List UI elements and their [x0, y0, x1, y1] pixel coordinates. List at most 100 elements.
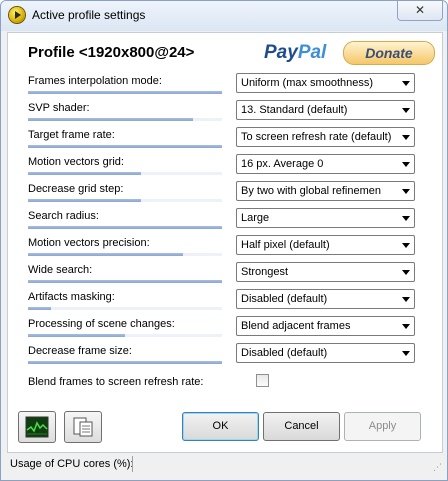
paypal-logo[interactable]: PayPal — [264, 42, 326, 64]
setting-dropdown[interactable]: Uniform (max smoothness) — [236, 73, 415, 93]
setting-row: Target frame rate: To screen refresh rate… — [28, 127, 438, 154]
cpu-usage-label: Usage of CPU cores (%): — [10, 458, 134, 470]
chevron-down-icon — [402, 324, 410, 329]
setting-level-bar — [28, 280, 222, 283]
setting-dropdown[interactable]: To screen refresh rate (default) — [236, 127, 415, 147]
ok-button[interactable]: OK — [182, 412, 259, 441]
setting-level-bar — [28, 226, 222, 229]
chevron-down-icon — [402, 351, 410, 356]
svp-app-icon — [9, 7, 25, 23]
setting-level-track — [28, 145, 222, 148]
setting-level-bar — [28, 253, 183, 256]
setting-level-track — [28, 172, 222, 175]
setting-level-bar — [28, 334, 125, 337]
setting-row: Frames interpolation mode: Uniform (max s… — [28, 73, 438, 100]
setting-level-track — [28, 91, 222, 94]
setting-row: Motion vectors precision: Half pixel (def… — [28, 235, 438, 262]
setting-level-track — [28, 253, 222, 256]
setting-row: Motion vectors grid: 16 px. Average 0 — [28, 154, 438, 181]
setting-label: Decrease frame size: — [28, 345, 132, 357]
graph-button[interactable] — [18, 411, 56, 443]
setting-label: Motion vectors grid: — [28, 156, 124, 168]
setting-label: Artifacts masking: — [28, 291, 115, 303]
setting-value: Half pixel (default) — [241, 239, 330, 251]
status-bar: Usage of CPU cores (%): ⋰ — [3, 453, 444, 475]
setting-level-track — [28, 334, 222, 337]
setting-level-track — [28, 226, 222, 229]
setting-row: Search radius: Large — [28, 208, 438, 235]
setting-level-bar — [28, 145, 222, 148]
setting-value: Disabled (default) — [241, 347, 328, 359]
setting-row: Wide search: Strongest — [28, 262, 438, 289]
setting-dropdown[interactable]: 16 px. Average 0 — [236, 154, 415, 174]
setting-level-bar — [28, 172, 141, 175]
blend-frames-row: Blend frames to screen refresh rate: — [28, 374, 438, 401]
resize-grip-icon[interactable]: ⋰ — [433, 462, 442, 473]
chevron-down-icon — [402, 108, 410, 113]
setting-value: To screen refresh rate (default) — [241, 131, 392, 143]
setting-level-bar — [28, 91, 222, 94]
paypal-pal-text: Pal — [297, 42, 327, 63]
chevron-down-icon — [402, 270, 410, 275]
donate-button[interactable]: Donate — [343, 41, 435, 65]
profile-title: Profile <1920x800@24> — [28, 44, 195, 61]
setting-row: Decrease frame size: Disabled (default) — [28, 343, 438, 370]
chevron-down-icon — [402, 81, 410, 86]
chevron-down-icon — [402, 135, 410, 140]
setting-label: Decrease grid step: — [28, 183, 124, 195]
setting-value: Uniform (max smoothness) — [241, 77, 374, 89]
blend-frames-label: Blend frames to screen refresh rate: — [28, 376, 204, 388]
setting-row: Decrease grid step: By two with global re… — [28, 181, 438, 208]
window-title: Active profile settings — [32, 8, 146, 22]
setting-label: SVP shader: — [28, 102, 90, 114]
chevron-down-icon — [402, 243, 410, 248]
chevron-down-icon — [402, 216, 410, 221]
settings-window: Active profile settings ✕ Profile <1920x… — [0, 0, 448, 481]
setting-label: Frames interpolation mode: — [28, 75, 162, 87]
setting-level-bar — [28, 118, 193, 121]
setting-level-track — [28, 307, 222, 310]
chevron-down-icon — [402, 162, 410, 167]
setting-dropdown[interactable]: Half pixel (default) — [236, 235, 415, 255]
setting-value: Disabled (default) — [241, 293, 328, 305]
setting-value: By two with global refinemen — [241, 185, 382, 197]
setting-value: 13. Standard (default) — [241, 104, 348, 116]
setting-dropdown[interactable]: Disabled (default) — [236, 343, 415, 363]
setting-level-bar — [28, 361, 222, 364]
setting-label: Search radius: — [28, 210, 99, 222]
setting-level-bar — [28, 199, 141, 202]
setting-dropdown[interactable]: Large — [236, 208, 415, 228]
setting-label: Target frame rate: — [28, 129, 115, 141]
setting-row: Processing of scene changes: Blend adjace… — [28, 316, 438, 343]
blend-frames-checkbox[interactable] — [256, 374, 269, 387]
setting-value: 16 px. Average 0 — [241, 158, 324, 170]
setting-level-track — [28, 118, 222, 121]
setting-dropdown[interactable]: Disabled (default) — [236, 289, 415, 309]
setting-dropdown[interactable]: Strongest — [236, 262, 415, 282]
title-bar: Active profile settings ✕ — [1, 1, 447, 31]
clipboard-icon — [73, 417, 93, 437]
setting-row: Artifacts masking: Disabled (default) — [28, 289, 438, 316]
graph-icon — [25, 416, 49, 438]
setting-level-track — [28, 280, 222, 283]
apply-button[interactable]: Apply — [344, 412, 421, 441]
setting-dropdown[interactable]: Blend adjacent frames — [236, 316, 415, 336]
setting-level-track — [28, 361, 222, 364]
chevron-down-icon — [402, 189, 410, 194]
setting-label: Processing of scene changes: — [28, 318, 175, 330]
chevron-down-icon — [402, 297, 410, 302]
setting-label: Motion vectors precision: — [28, 237, 150, 249]
setting-value: Blend adjacent frames — [241, 320, 351, 332]
setting-level-bar — [28, 307, 51, 310]
setting-row: SVP shader: 13. Standard (default) — [28, 100, 438, 127]
setting-label: Wide search: — [28, 264, 93, 276]
setting-value: Strongest — [241, 266, 289, 278]
setting-dropdown[interactable]: By two with global refinemen — [236, 181, 415, 201]
setting-level-track — [28, 199, 222, 202]
copy-button[interactable] — [64, 411, 102, 443]
cancel-button[interactable]: Cancel — [263, 412, 340, 441]
paypal-pay-text: Pay — [264, 42, 298, 63]
close-button[interactable]: ✕ — [397, 1, 443, 21]
setting-value: Large — [241, 212, 270, 224]
setting-dropdown[interactable]: 13. Standard (default) — [236, 100, 415, 120]
